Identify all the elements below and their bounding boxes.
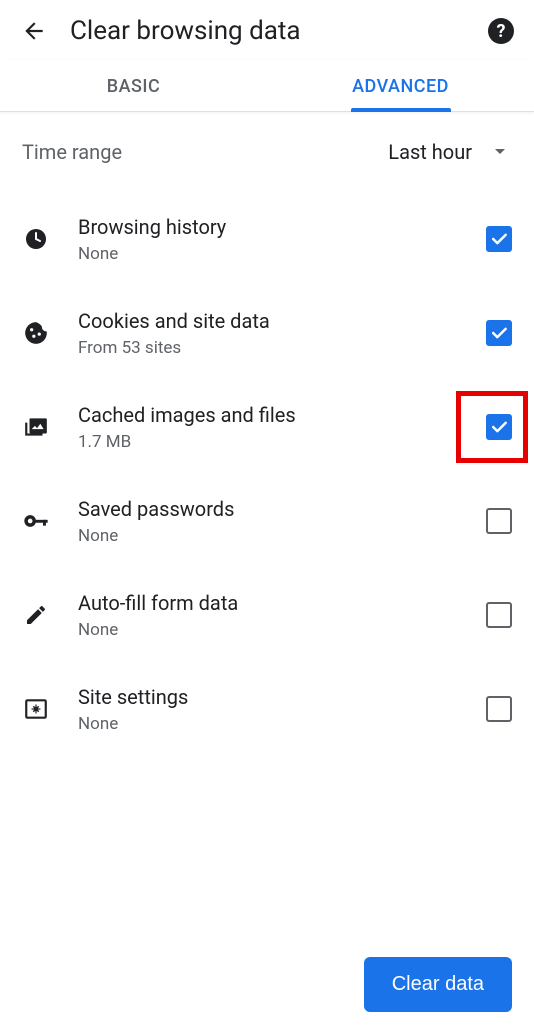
- checkbox[interactable]: [486, 602, 512, 628]
- item-title: Cached images and files: [78, 402, 458, 428]
- clock-icon: [22, 225, 50, 253]
- list-item[interactable]: Cached images and files 1.7 MB: [0, 380, 534, 474]
- checkbox[interactable]: [486, 320, 512, 346]
- footer: Clear data: [364, 957, 512, 1012]
- list-item[interactable]: Saved passwords None: [0, 474, 534, 568]
- tabs: BASIC ADVANCED: [0, 60, 534, 112]
- checkbox[interactable]: [486, 696, 512, 722]
- item-title: Browsing history: [78, 214, 458, 240]
- arrow-left-icon: [21, 18, 47, 44]
- checkbox[interactable]: [486, 226, 512, 252]
- tab-advanced[interactable]: ADVANCED: [267, 60, 534, 111]
- item-subtitle: 1.7 MB: [78, 432, 458, 452]
- help-icon: ?: [497, 21, 506, 42]
- item-subtitle: None: [78, 244, 458, 264]
- item-text: Auto-fill form data None: [78, 590, 458, 640]
- item-text: Browsing history None: [78, 214, 458, 264]
- time-range-label: Time range: [22, 140, 388, 164]
- item-subtitle: None: [78, 620, 458, 640]
- item-text: Cached images and files 1.7 MB: [78, 402, 458, 452]
- item-title: Auto-fill form data: [78, 590, 458, 616]
- help-button[interactable]: ?: [488, 18, 514, 44]
- tab-basic[interactable]: BASIC: [0, 60, 267, 111]
- item-text: Site settings None: [78, 684, 458, 734]
- time-range-dropdown[interactable]: Last hour: [388, 140, 512, 164]
- item-title: Saved passwords: [78, 496, 458, 522]
- list-item[interactable]: Site settings None: [0, 662, 534, 756]
- page-title: Clear browsing data: [70, 16, 466, 46]
- pencil-icon: [22, 601, 50, 629]
- checkbox[interactable]: [486, 508, 512, 534]
- key-icon: [22, 507, 50, 535]
- item-title: Cookies and site data: [78, 308, 458, 334]
- list-item[interactable]: Browsing history None: [0, 192, 534, 286]
- checkbox[interactable]: [486, 414, 512, 440]
- item-subtitle: None: [78, 526, 458, 546]
- item-text: Cookies and site data From 53 sites: [78, 308, 458, 358]
- data-list: Browsing history None Cookies and site dat…: [0, 174, 534, 756]
- item-title: Site settings: [78, 684, 458, 710]
- settings-card-icon: [22, 695, 50, 723]
- time-range-value: Last hour: [388, 140, 472, 164]
- list-item[interactable]: Cookies and site data From 53 sites: [0, 286, 534, 380]
- time-range-row: Time range Last hour: [0, 112, 534, 174]
- list-item[interactable]: Auto-fill form data None: [0, 568, 534, 662]
- item-subtitle: None: [78, 714, 458, 734]
- item-subtitle: From 53 sites: [78, 338, 458, 358]
- clear-data-button[interactable]: Clear data: [364, 957, 512, 1012]
- header: Clear browsing data ?: [0, 0, 534, 60]
- item-text: Saved passwords None: [78, 496, 458, 546]
- chevron-down-icon: [494, 145, 506, 159]
- image-icon: [22, 413, 50, 441]
- cookie-icon: [22, 319, 50, 347]
- back-button[interactable]: [20, 17, 48, 45]
